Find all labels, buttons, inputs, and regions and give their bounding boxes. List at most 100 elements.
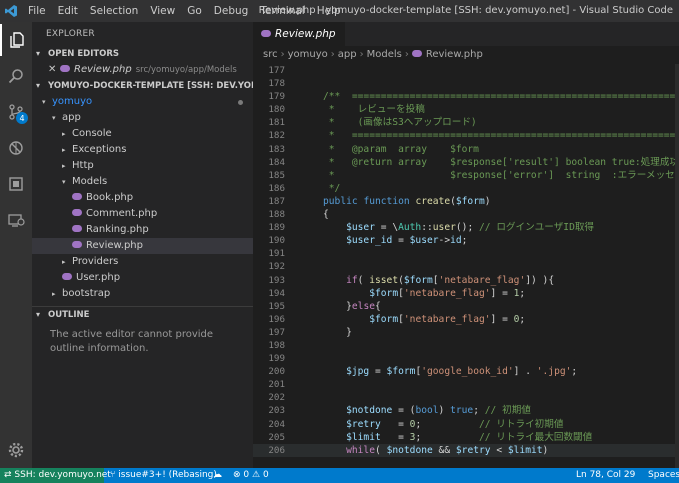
line-number: 203 (268, 405, 285, 417)
tree-item-label: app (62, 112, 81, 123)
line-number: 195 (268, 300, 285, 312)
modified-dot-icon (238, 100, 243, 105)
code-line: 195 }else{ (253, 300, 679, 313)
workspace-header[interactable]: ▾ YOMUYO-DOCKER-TEMPLATE [SSH: DEV.YOMUYO… (32, 78, 253, 94)
explorer-icon[interactable] (0, 24, 32, 56)
file-item[interactable]: Ranking.php (32, 222, 253, 238)
breadcrumb-item[interactable]: src (263, 49, 278, 60)
folder-item[interactable]: ▸ Console (32, 126, 253, 142)
code-line: 200 $jpg = $form['google_book_id'] . '.j… (253, 365, 679, 378)
code-line: 197 } (253, 326, 679, 339)
tab-review-php[interactable]: Review.php (253, 22, 345, 46)
php-file-icon (411, 49, 422, 57)
folder-item[interactable]: ▸ Http (32, 158, 253, 174)
outline-label: OUTLINE (48, 310, 90, 320)
extensions-icon[interactable] (0, 168, 32, 200)
code-line: 191 (253, 247, 679, 260)
code-text: * レビューを投稿 (323, 104, 425, 116)
menu-debug[interactable]: Debug (208, 5, 255, 17)
debug-icon[interactable] (0, 132, 32, 164)
branch-label: issue#3+! (Rebasing) (118, 470, 217, 480)
breadcrumb-item[interactable]: Models (367, 49, 402, 60)
line-number: 186 (268, 182, 285, 194)
code-line: 205 $limit = 3; // リトライ最大回数閾値 (253, 431, 679, 444)
tree-item-label: Comment.php (86, 208, 158, 219)
line-number: 183 (268, 143, 285, 155)
error-icon: ⊗ (233, 470, 244, 480)
breadcrumb-item[interactable]: yomuyo (288, 49, 328, 60)
code-line: 178 (253, 77, 679, 90)
indentation-indicator[interactable]: Spaces (648, 468, 679, 483)
line-number: 179 (268, 91, 285, 103)
open-editors-label: OPEN EDITORS (48, 49, 120, 59)
remote-label: SSH: dev.yomuyo.net (14, 470, 111, 480)
menu-view[interactable]: View (144, 5, 181, 17)
file-item[interactable]: Review.php (32, 238, 253, 254)
open-editor-item[interactable]: ✕ Review.php src/yomuyo/app/Models (32, 62, 253, 78)
vscode-logo-icon (0, 0, 22, 22)
menu-go[interactable]: Go (181, 5, 208, 17)
code-text: $notdone = (bool) true; // 初期値 (346, 405, 531, 417)
breadcrumb-item[interactable]: app (338, 49, 357, 60)
outline-header[interactable]: ▾ OUTLINE (32, 306, 253, 322)
branch-indicator[interactable]: ⑂ issue#3+! (Rebasing) (110, 468, 217, 483)
code-text: * ======================================… (328, 130, 679, 142)
chevron-right-icon: › (359, 49, 364, 60)
chevron-right-icon: › (280, 49, 285, 60)
tree-item-label: Book.php (86, 192, 134, 203)
code-text: $user = \Auth::user(); // ログインユーザID取得 (346, 222, 595, 234)
line-number: 193 (268, 274, 285, 286)
chevron-down-icon: ▾ (36, 310, 41, 319)
line-number: 192 (268, 261, 285, 273)
folder-item[interactable]: ▾ Models (32, 174, 253, 190)
code-line: 190 $user_id = $user->id; (253, 234, 679, 247)
code-line: 186 */ (253, 182, 679, 195)
search-icon[interactable] (0, 60, 32, 92)
source-control-icon[interactable]: 4 (0, 96, 32, 128)
line-number: 205 (268, 431, 285, 443)
file-tree: ▾ yomuyo ▾ app ▸ Console ▸ Exceptions ▸ Http ▾ Mode… (32, 94, 253, 302)
settings-gear-icon[interactable] (0, 434, 32, 466)
line-number: 188 (268, 209, 285, 221)
editor-scrollbar[interactable] (675, 64, 679, 468)
code-line: 189 $user = \Auth::user(); // ログインユーザID取… (253, 221, 679, 234)
breadcrumb-item[interactable]: Review.php (426, 49, 483, 60)
remote-indicator[interactable]: ⇄ SSH: dev.yomuyo.net (0, 468, 111, 483)
folder-item[interactable]: ▸ bootstrap (32, 286, 253, 302)
cursor-position[interactable]: Ln 78, Col 29 (576, 468, 635, 483)
code-line: 201 (253, 378, 679, 391)
breadcrumb: src › yomuyo › app › Models › Review.php (253, 46, 679, 64)
file-item[interactable]: Book.php (32, 190, 253, 206)
line-number: 200 (268, 366, 285, 378)
folder-item[interactable]: ▸ Providers (32, 254, 253, 270)
folder-item[interactable]: ▾ yomuyo (32, 94, 253, 110)
sync-icon[interactable]: ☁ (213, 468, 222, 483)
code-line: 202 (253, 391, 679, 404)
problems-indicator[interactable]: ⊗ 0 ⚠ 0 (233, 468, 269, 483)
code-editor[interactable]: 177 178 179 /** ===========================… (253, 64, 679, 468)
file-item[interactable]: User.php (32, 270, 253, 286)
open-editors-header[interactable]: ▾ OPEN EDITORS (32, 46, 253, 62)
close-icon[interactable]: ✕ (48, 62, 60, 78)
code-text: * $response['error'] string :エラーメッセー (323, 169, 679, 181)
tree-item-label: Ranking.php (86, 224, 149, 235)
folder-item[interactable]: ▸ Exceptions (32, 142, 253, 158)
menu-edit[interactable]: Edit (52, 5, 84, 17)
folder-item[interactable]: ▾ app (32, 110, 253, 126)
line-number: 191 (268, 248, 285, 260)
chevron-right-icon: › (330, 49, 335, 60)
remote-explorer-icon[interactable] (0, 204, 32, 236)
menu-selection[interactable]: Selection (84, 5, 144, 17)
code-text: $form['netabare_flag'] = 0; (369, 313, 526, 325)
php-file-icon (62, 272, 72, 280)
code-text: while( $notdone && $retry < $limit) (346, 444, 549, 456)
code-text: * @param array $form (323, 143, 479, 155)
line-number: 178 (268, 78, 285, 90)
warning-count: 0 (262, 470, 269, 480)
file-item[interactable]: Comment.php (32, 206, 253, 222)
line-number: 201 (268, 379, 285, 391)
chevron-down-icon: ▾ (52, 114, 56, 122)
menu-file[interactable]: File (22, 5, 52, 17)
code-line: 181 * (画像はS3へアップロード) (253, 116, 679, 129)
open-editor-path: src/yomuyo/app/Models (135, 65, 237, 75)
